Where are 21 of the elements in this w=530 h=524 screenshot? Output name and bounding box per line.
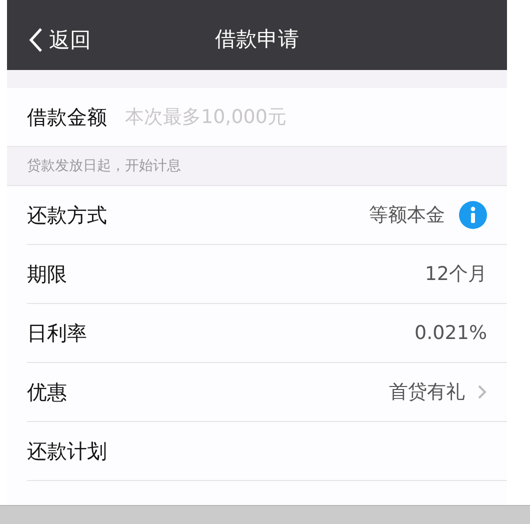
field-label: 借款金额: [27, 104, 107, 130]
interest-note: 贷款发放日起，开始计息: [27, 157, 181, 175]
list-row[interactable]: 还款方式 等额本金: [7, 186, 507, 245]
list-row[interactable]: 日利率 0.021%: [7, 304, 507, 363]
row-label: 日利率: [27, 320, 87, 346]
chevron-icon: [477, 384, 487, 400]
row-label: 期限: [27, 260, 67, 288]
back-button[interactable]: 返回: [25, 22, 95, 58]
page-title: 借款申请: [215, 26, 299, 53]
row-value: 首贷有礼: [389, 380, 465, 405]
list-row[interactable]: 还款计划: [7, 422, 507, 481]
list-row[interactable]: 期限 12个月: [7, 245, 507, 304]
row-label: 还款计划: [27, 438, 107, 464]
list-row[interactable]: 优惠 首贷有礼: [7, 363, 507, 422]
row-label: 还款方式: [27, 202, 107, 228]
back-icon: [29, 27, 43, 53]
row-value: 12个月: [424, 262, 487, 287]
row-label: 优惠: [27, 378, 67, 406]
row-value: 等额本金: [369, 203, 445, 228]
row-value: 0.021%: [414, 322, 487, 344]
info-icon[interactable]: [459, 201, 487, 229]
